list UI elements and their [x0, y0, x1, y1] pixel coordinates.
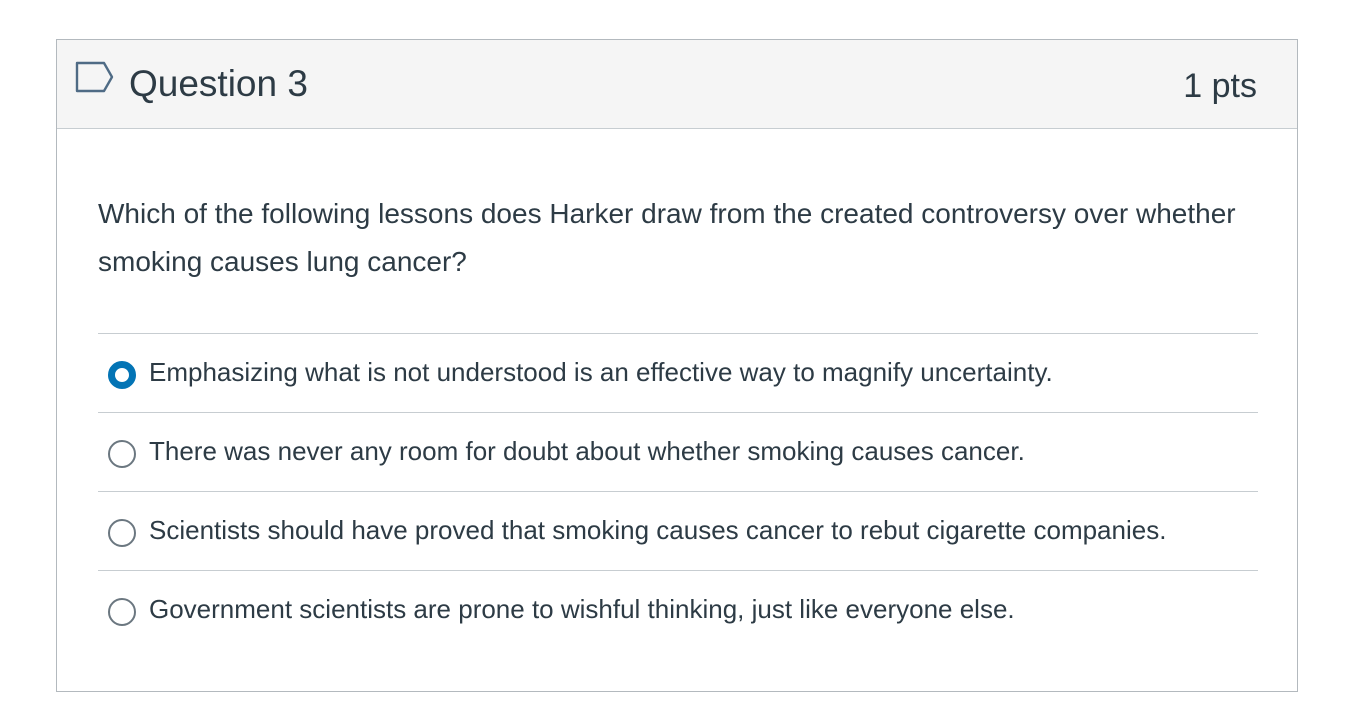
answer-label[interactable]: Scientists should have proved that smoki…: [149, 512, 1166, 548]
answer-label[interactable]: There was never any room for doubt about…: [149, 433, 1025, 469]
radio-button-checked[interactable]: [108, 361, 136, 389]
answer-label[interactable]: Emphasizing what is not understood is an…: [149, 354, 1053, 390]
answer-label[interactable]: Government scientists are prone to wishf…: [149, 591, 1015, 627]
answer-option-1[interactable]: Emphasizing what is not understood is an…: [98, 333, 1258, 412]
question-header: Question 3 1 pts: [57, 40, 1297, 129]
answer-option-2[interactable]: There was never any room for doubt about…: [98, 412, 1258, 491]
question-card: Question 3 1 pts Which of the following …: [56, 39, 1298, 692]
radio-button[interactable]: [108, 519, 136, 547]
question-title: Question 3: [129, 63, 308, 104]
answer-option-3[interactable]: Scientists should have proved that smoki…: [98, 491, 1258, 570]
question-text: Which of the following lessons does Hark…: [98, 198, 1236, 277]
answer-list: Emphasizing what is not understood is an…: [98, 333, 1258, 649]
radio-button[interactable]: [108, 440, 136, 468]
question-points: 1 pts: [1183, 67, 1257, 105]
flag-outline-icon[interactable]: [74, 60, 116, 94]
answer-option-4[interactable]: Government scientists are prone to wishf…: [98, 570, 1258, 649]
radio-button[interactable]: [108, 598, 136, 626]
